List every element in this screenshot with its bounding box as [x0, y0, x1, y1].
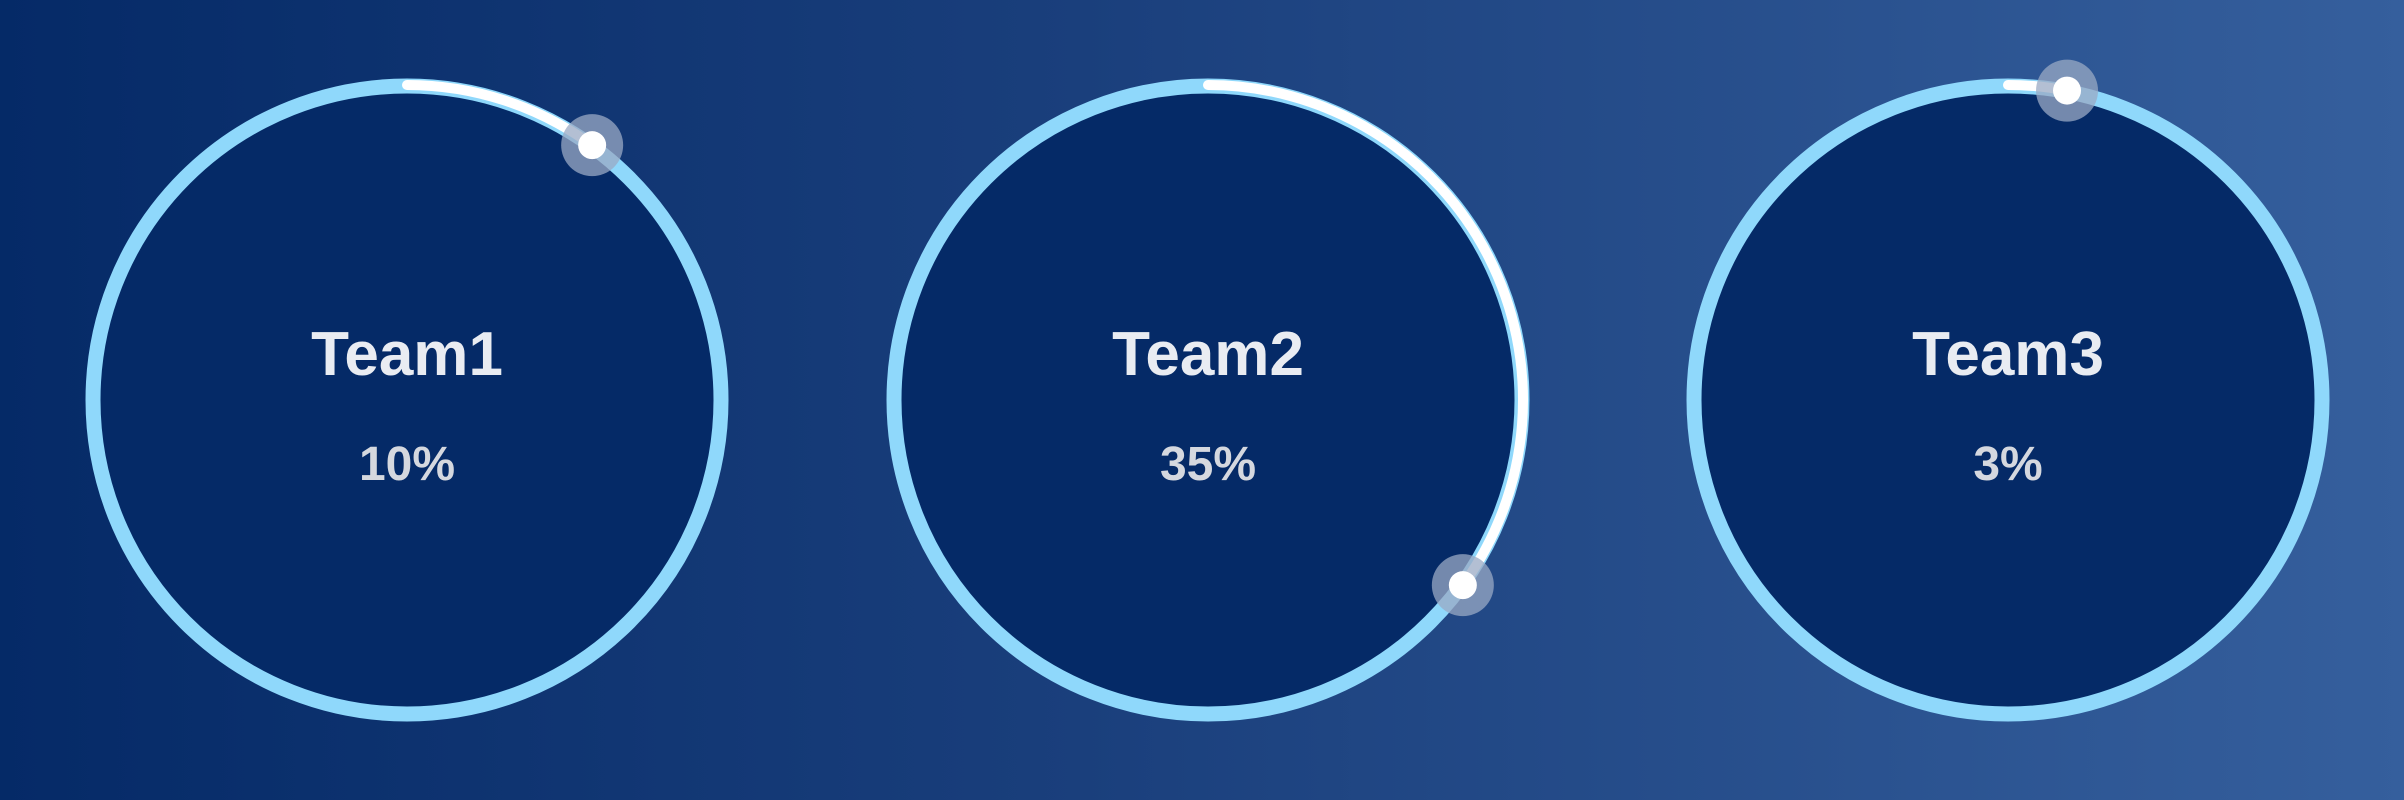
team-label: Team3 [1912, 320, 2104, 389]
team-value: 3% [1973, 438, 2042, 491]
team-value: 10% [359, 438, 455, 491]
team-value: 35% [1160, 438, 1256, 491]
team-label: Team2 [1112, 320, 1304, 389]
team-label: Team1 [311, 320, 503, 389]
progress-knob[interactable] [2053, 76, 2082, 105]
progress-knob[interactable] [578, 131, 607, 160]
progress-knob[interactable] [1448, 571, 1477, 600]
team-ring-1: Team1 10% [85, 78, 729, 722]
team-ring-3: Team3 3% [1686, 59, 2330, 722]
team-ring-2: Team2 35% [886, 78, 1530, 722]
team-progress-rings: Team1 10% Team2 35% Team3 3% [85, 59, 2330, 722]
